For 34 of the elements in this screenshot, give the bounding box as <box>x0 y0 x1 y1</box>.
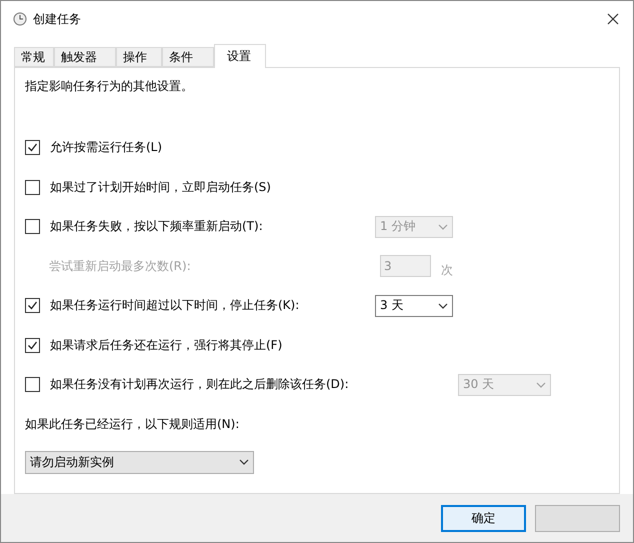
checkbox[interactable] <box>25 219 40 234</box>
checkbox[interactable] <box>25 338 40 353</box>
checkbox[interactable] <box>25 140 40 156</box>
checkbox[interactable] <box>25 180 40 195</box>
option-label: 如果请求后任务还在运行，强行将其停止(F) <box>50 336 282 354</box>
caret-icon <box>438 302 448 309</box>
close-icon <box>607 13 619 25</box>
check-icon <box>27 142 38 154</box>
window-title: 创建任务 <box>33 10 82 28</box>
check-icon <box>27 300 38 312</box>
option-label: 如果任务运行时间超过以下时间，停止任务(K): <box>50 297 300 314</box>
tab[interactable]: 常规 <box>14 47 54 67</box>
description-text: 指定影响任务行为的其他设置。 <box>25 78 194 95</box>
option-label: 尝试重新启动最多次数(R): <box>49 258 191 275</box>
checkbox[interactable] <box>25 377 40 392</box>
checkbox[interactable] <box>25 298 40 314</box>
rule-dropdown[interactable]: 请勿启动新实例 <box>25 450 254 474</box>
caret-icon <box>536 382 546 388</box>
caret-icon <box>239 459 249 465</box>
check-icon <box>27 340 38 351</box>
rule-label: 如果此任务已经运行，以下规则适用(N): <box>25 416 240 433</box>
option-label: 如果任务没有计划再次运行，则在此之后删除该任务(D): <box>50 376 349 394</box>
unit-label: 次 <box>441 262 453 279</box>
tab[interactable]: 条件 <box>162 47 214 67</box>
dialog-button[interactable]: 确定 <box>441 504 526 532</box>
tab[interactable]: 触发器 <box>54 47 116 67</box>
tab[interactable]: 操作 <box>116 47 162 67</box>
dropdown[interactable]: 3 天 <box>375 294 453 317</box>
clock-icon <box>13 12 27 26</box>
tab[interactable]: 设置 <box>214 44 266 68</box>
option-label: 如果任务失败，按以下频率重新启动(T): <box>50 218 263 236</box>
option-label: 允许按需运行任务(L) <box>50 139 162 156</box>
caret-icon <box>438 224 448 230</box>
option-label: 如果过了计划开始时间，立即启动任务(S) <box>50 178 271 196</box>
